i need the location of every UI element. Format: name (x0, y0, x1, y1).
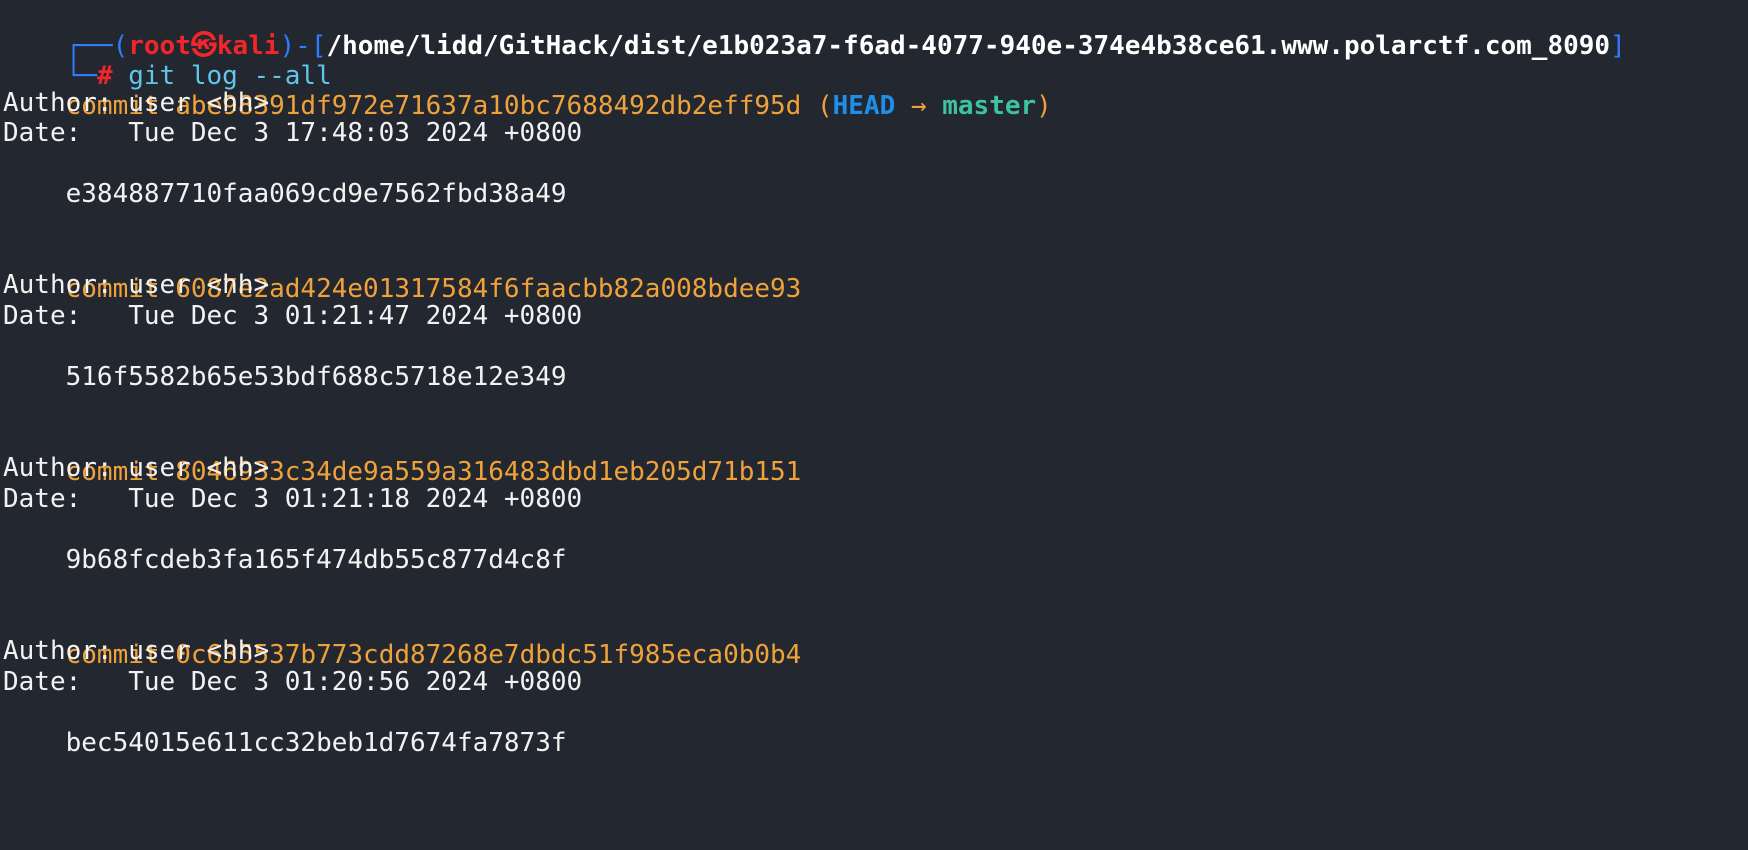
branch-ref: master (942, 91, 1037, 121)
commit-line: commit abe98391df972e71637a10bc7688492db… (3, 55, 1052, 121)
refs-close: ) (1036, 91, 1052, 121)
commit-line: commit 0c635537b773cdd87268e7dbdc51f985e… (3, 604, 802, 670)
commit-date: Date: Tue Dec 3 01:21:18 2024 +0800 (3, 484, 583, 514)
commit-message: bec54015e611cc32beb1d7674fa7873f (3, 728, 567, 758)
commit-author: Author: user <hh> (3, 636, 270, 666)
ref-arrow: → (895, 91, 943, 121)
head-ref: HEAD (832, 91, 896, 121)
commit-author: Author: user <hh> (3, 88, 270, 118)
prompt-close: ] (1610, 31, 1626, 61)
commit-date: Date: Tue Dec 3 17:48:03 2024 +0800 (3, 118, 583, 148)
commit-message: 9b68fcdeb3fa165f474db55c877d4c8f (3, 545, 567, 575)
commit-message: e384887710faa069cd9e7562fbd38a49 (3, 179, 567, 209)
commit-line: commit 8046933c34de9a559a316483dbd1eb205… (3, 421, 802, 487)
commit-date: Date: Tue Dec 3 01:20:56 2024 +0800 (3, 667, 583, 697)
commit-line: commit 6087e2ad424e01317584f6faacbb82a00… (3, 238, 802, 304)
prompt-command-line[interactable]: └─# git log --all (3, 25, 332, 91)
refs-open: ( (801, 91, 833, 121)
commit-date: Date: Tue Dec 3 01:21:47 2024 +0800 (3, 301, 583, 331)
commit-author: Author: user <hh> (3, 270, 270, 300)
commit-author: Author: user <hh> (3, 453, 270, 483)
terminal-window[interactable]: ┌──(root㉿kali)-[/home/lidd/GitHack/dist/… (0, 0, 1748, 850)
commit-message: 516f5582b65e53bdf688c5718e12e349 (3, 362, 567, 392)
